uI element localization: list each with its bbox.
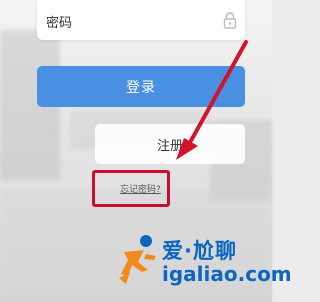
watermark-brand-cn: 爱·尬聊 bbox=[162, 239, 237, 263]
watermark-url: igaliao.com bbox=[162, 262, 292, 286]
watermark-logo: 爱·尬聊 igaliao.com bbox=[116, 232, 292, 292]
runner-logo-icon bbox=[119, 235, 156, 284]
